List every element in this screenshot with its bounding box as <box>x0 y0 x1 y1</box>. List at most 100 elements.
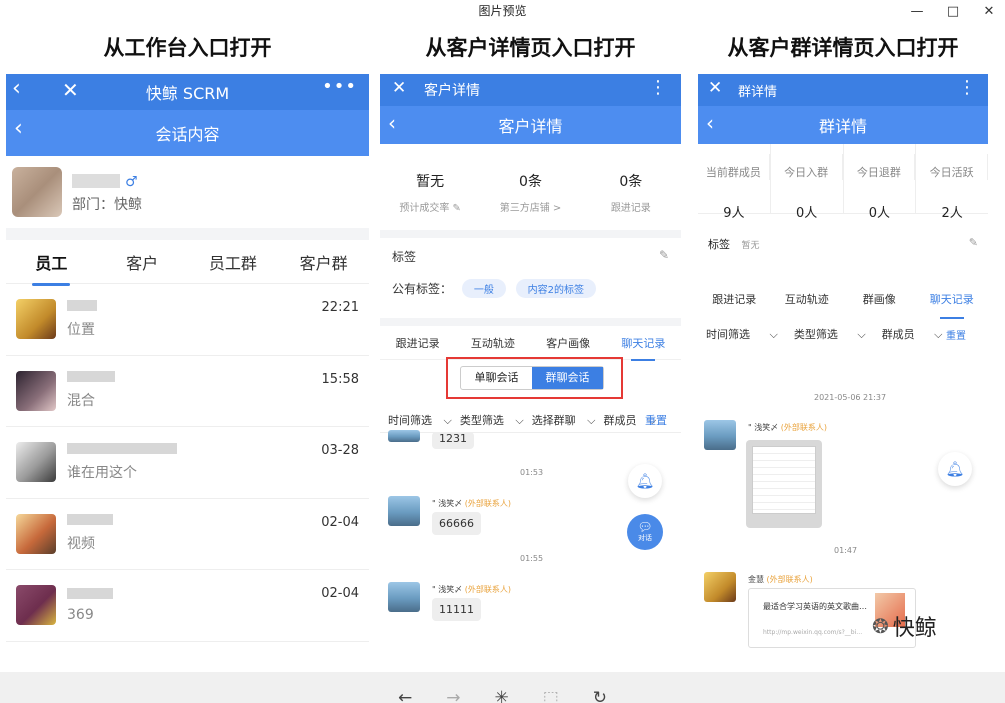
conversation-item[interactable]: 混合 15:58 <box>6 356 369 427</box>
message-preview: 混合 <box>67 393 95 410</box>
divider <box>6 228 369 240</box>
customer-stats: 暂无 预计成交率 ✎ 0条 第三方店铺 > 0条 跟进记录 <box>380 154 681 230</box>
stat-label: 跟进记录 <box>610 202 651 214</box>
window-controls: — □ ✕ <box>909 0 997 22</box>
stat-active: 今日活跃 2人 <box>916 144 988 221</box>
tab-followup[interactable]: 跟进记录 <box>380 335 455 351</box>
more-icon[interactable]: ••• <box>322 76 357 97</box>
window-title: 图片预览 <box>0 0 1005 22</box>
group-select-filter[interactable]: 选择群聊 ⌵ <box>532 412 596 428</box>
message-time: 15:58 <box>321 371 359 387</box>
tab-bar: 员工 客户 员工群 客户群 <box>6 240 369 286</box>
stat-conversion[interactable]: 暂无 预计成交率 ✎ <box>380 171 480 214</box>
heading-customer-detail: 从客户详情页入口打开 <box>425 36 636 60</box>
more-vertical-icon[interactable]: ⋮ <box>649 77 667 98</box>
message-bubble: 1231 <box>432 432 474 449</box>
department-label: 部门：快鲸 <box>72 196 142 213</box>
edit-icon[interactable]: ✎ <box>659 248 669 265</box>
member-filter[interactable]: 群成员 ⌵ <box>882 326 943 342</box>
avatar <box>16 299 56 340</box>
avatar <box>16 370 56 411</box>
conversation-item[interactable]: 谁在用这个 03-28 <box>6 427 369 499</box>
tags-section: 标签 ✎ 公有标签： 一般 内容2的标签 <box>380 238 681 318</box>
name-redacted <box>67 587 113 599</box>
card-url: http://mp.weixin.qq.com/s?__bi… <box>763 629 863 636</box>
type-filter[interactable]: 类型筛选 ⌵ <box>794 326 866 342</box>
edit-icon[interactable]: ✎ <box>969 236 978 252</box>
tab-chat-record[interactable]: 聊天记录 <box>606 335 681 361</box>
image-message[interactable] <box>746 440 822 528</box>
avatar <box>704 420 736 450</box>
stat-label: 预计成交率 ✎ <box>399 202 461 214</box>
type-filter[interactable]: 类型筛选 ⌵ <box>460 412 524 428</box>
rotate-icon[interactable]: ↻ <box>593 681 607 703</box>
tab-interaction[interactable]: 互动轨迹 <box>455 335 530 351</box>
close-icon[interactable]: ✕ <box>708 78 722 98</box>
group-chat-button[interactable]: 群聊会话 <box>532 367 603 389</box>
name-redacted <box>67 442 177 454</box>
filter-bar: 时间筛选 ⌵ 类型筛选 ⌵ 选择群聊 ⌵ 群成员 ⌵ 重置 <box>380 407 681 433</box>
page-header: ‹ 群详情 <box>698 106 988 144</box>
message-bubble: 66666 <box>432 512 481 535</box>
chat-bubble-icon: 💬︎ <box>637 520 653 534</box>
tab-interaction[interactable]: 互动轨迹 <box>771 291 844 307</box>
stat-store[interactable]: 0条 第三方店铺 > <box>480 171 580 214</box>
message-time: 22:21 <box>321 300 359 315</box>
app-header: ‹ ✕ 快鲸 SCRM ••• <box>6 74 369 110</box>
stat-left: 今日退群 0人 <box>844 144 917 221</box>
more-vertical-icon[interactable]: ⋮ <box>958 77 976 98</box>
maximize-button[interactable]: □ <box>945 4 961 19</box>
timestamp: 2021-05-06 21:37 <box>814 393 887 402</box>
tab-customer[interactable]: 客户 <box>97 250 188 274</box>
public-tags-label: 公有标签： <box>392 282 453 296</box>
group-stats: 当前群成员 9人 今日入群 0人 今日退群 0人 今日活跃 2人 <box>698 144 988 221</box>
conversation-item[interactable]: 369 02-04 <box>6 570 369 642</box>
stat-followup[interactable]: 0条 跟进记录 <box>581 171 681 214</box>
heading-group-detail: 从客户群详情页入口打开 <box>727 36 959 60</box>
actual-size-icon[interactable]: ✳ <box>494 681 508 703</box>
close-icon[interactable]: ✕ <box>392 78 406 98</box>
fit-window-icon[interactable]: ⬚ <box>543 681 559 703</box>
chat-fab-button[interactable]: 💬︎ 对话 <box>627 514 663 550</box>
avatar <box>16 585 56 626</box>
bell-icon[interactable]: 🔔︎ <box>628 464 662 498</box>
app-title: 快鲸 SCRM <box>145 84 230 103</box>
tab-employee[interactable]: 员工 <box>6 250 97 286</box>
time-filter[interactable]: 时间筛选 ⌵ <box>388 412 452 428</box>
reset-button[interactable]: 重置 <box>645 412 667 428</box>
nav-header: ✕ 客户详情 ⋮ <box>380 74 681 106</box>
close-window-button[interactable]: ✕ <box>981 4 997 19</box>
name-redacted <box>67 299 97 311</box>
stat-value: 0人 <box>868 206 891 221</box>
conversation-item[interactable]: 位置 22:21 <box>6 284 369 356</box>
tab-group-portrait[interactable]: 群画像 <box>843 291 916 307</box>
stat-value: 2人 <box>941 206 963 221</box>
tag-pill: 内容2的标签 <box>515 279 597 298</box>
group-detail-panel: ✕ 群详情 ⋮ ‹ 群详情 当前群成员 9人 今日入群 0人 今日退群 0人 今日活跃… <box>698 74 988 654</box>
conversation-item[interactable]: 视频 02-04 <box>6 499 369 570</box>
tab-portrait[interactable]: 客户画像 <box>531 335 606 351</box>
tab-employee-group[interactable]: 员工群 <box>188 250 279 274</box>
tab-chat-record[interactable]: 聊天记录 <box>916 291 989 319</box>
tab-customer-group[interactable]: 客户群 <box>278 250 369 274</box>
watermark-text: 快鲸 <box>892 616 937 641</box>
wechat-icon: ❂ <box>872 614 889 638</box>
tab-followup[interactable]: 跟进记录 <box>698 291 771 307</box>
tags-row: 标签 暂无 ✎ <box>708 236 978 252</box>
previous-icon[interactable]: ← <box>398 681 412 703</box>
tags-value: 暂无 <box>741 241 760 251</box>
reset-button[interactable]: 重置 <box>946 327 966 342</box>
stat-label: 今日入群 <box>771 154 843 180</box>
single-chat-button[interactable]: 单聊会话 <box>461 367 532 389</box>
stat-value: 9人 <box>723 206 745 221</box>
next-icon[interactable]: → <box>446 681 460 703</box>
time-filter[interactable]: 时间筛选 ⌵ <box>706 326 778 342</box>
stat-value: 0人 <box>795 206 818 221</box>
stat-label: 今日活跃 <box>916 154 988 180</box>
filter-bar: 时间筛选 ⌵ 类型筛选 ⌵ 群成员 ⌵ 重置 <box>698 322 988 346</box>
divider <box>380 230 681 238</box>
bell-icon[interactable]: 🔔︎ <box>938 452 972 486</box>
minimize-button[interactable]: — <box>909 4 925 19</box>
heading-workbench: 从工作台入口打开 <box>103 36 272 60</box>
nav-header: ✕ 群详情 ⋮ <box>698 74 988 106</box>
